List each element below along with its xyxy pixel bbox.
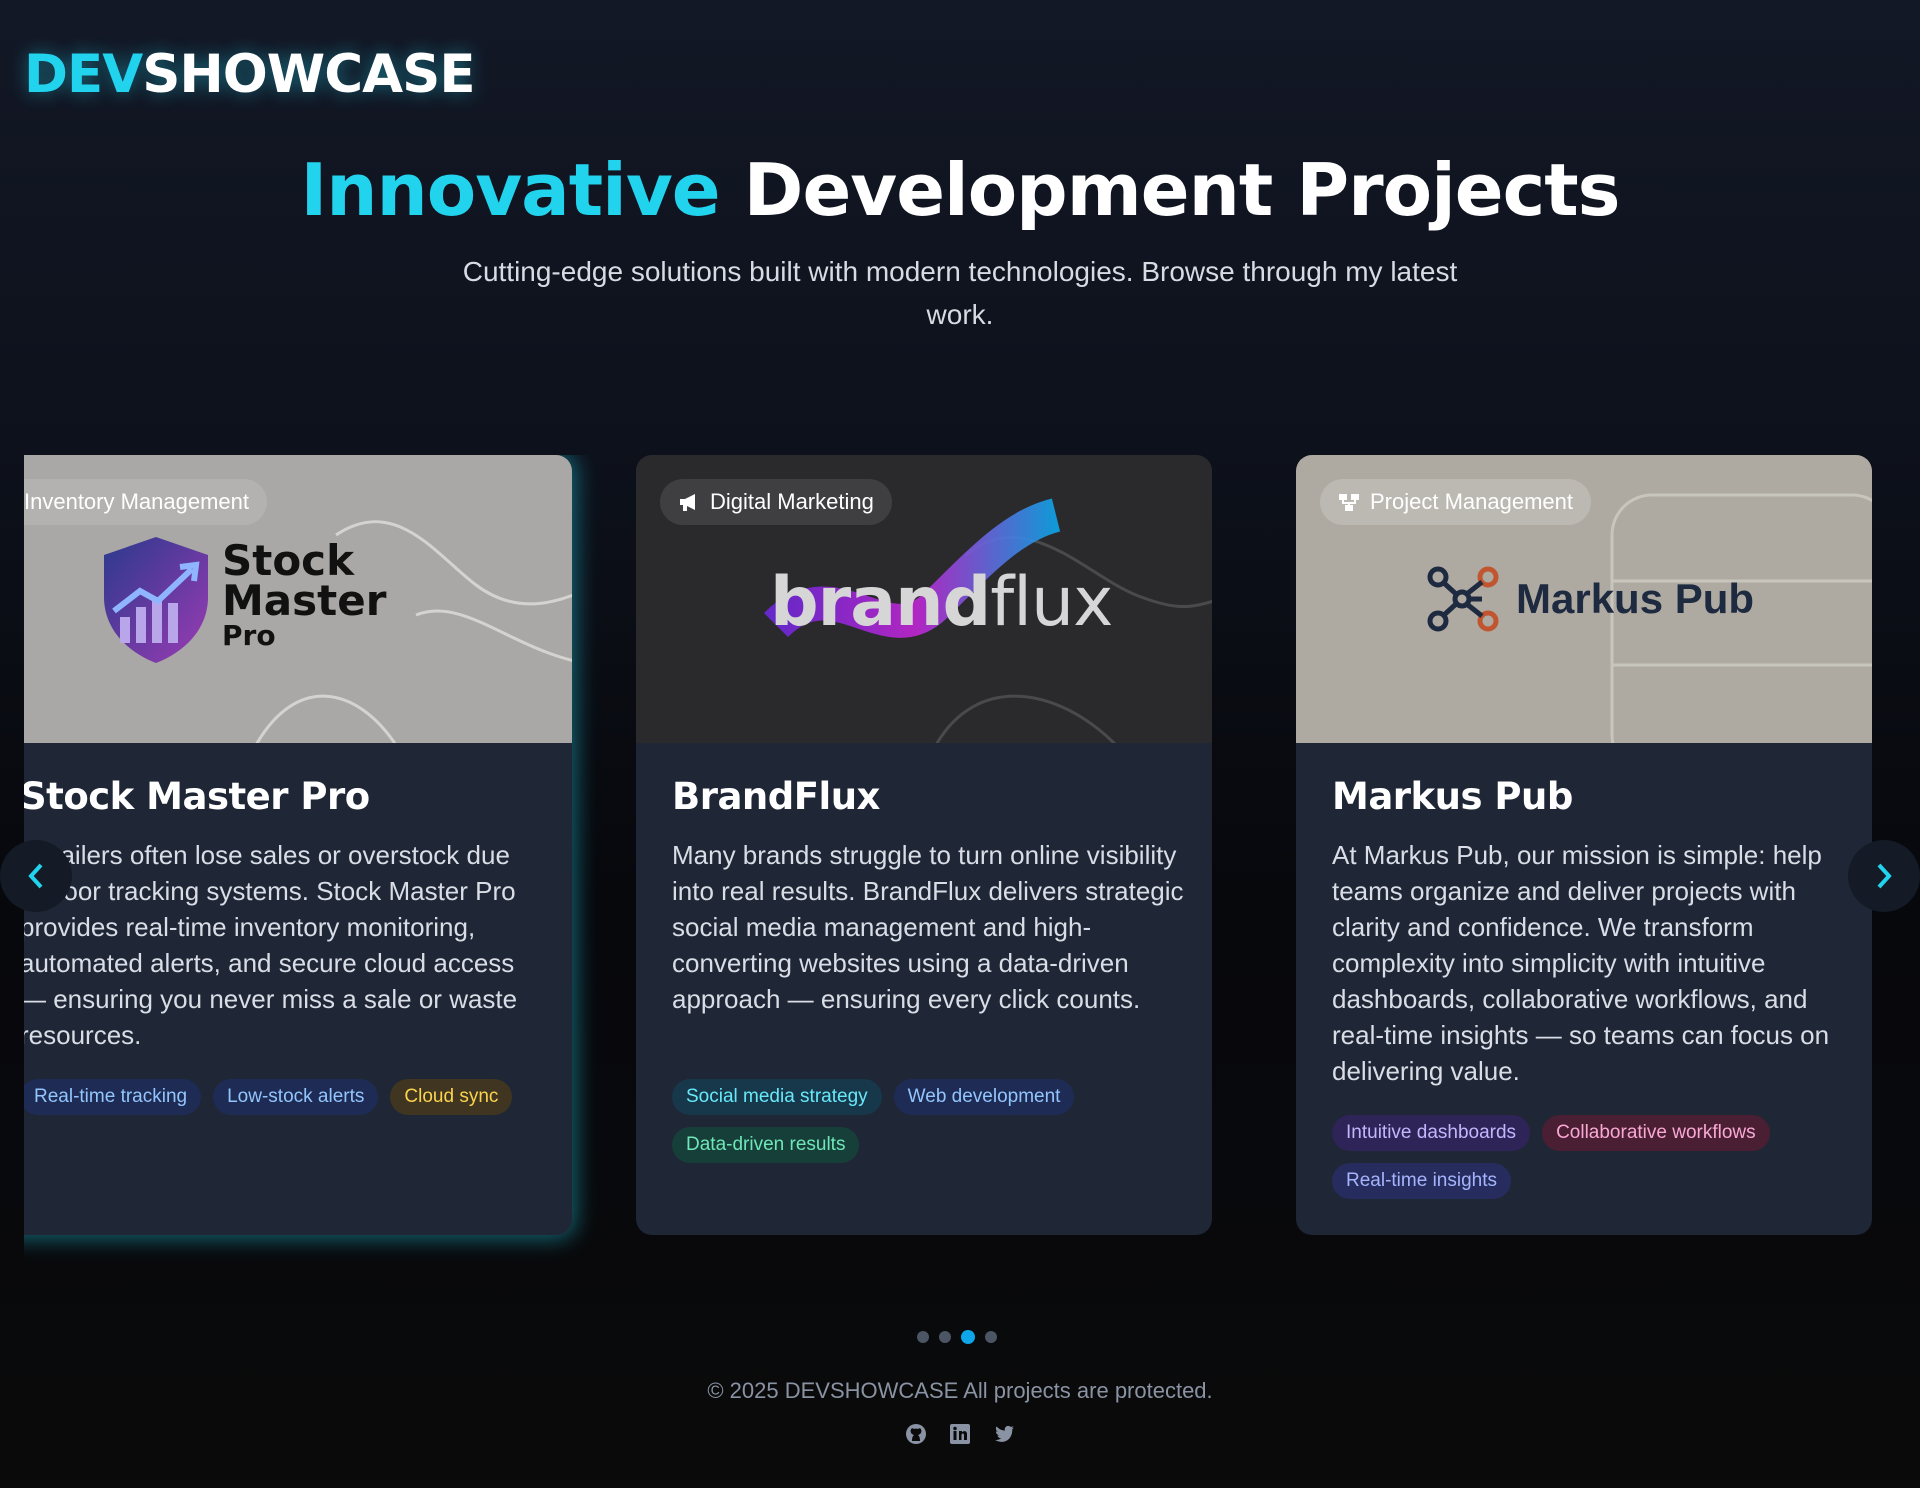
category-badge: Inventory Management [24, 479, 268, 525]
shield-chart-icon [104, 537, 208, 663]
tag: Web development [893, 1079, 1075, 1115]
tag-list: Intuitive dashboards Collaborative workf… [1332, 1115, 1852, 1199]
tag-list: Real-time tracking Low-stock alerts Clou… [24, 1079, 540, 1115]
category-label: Digital Marketing [710, 489, 874, 514]
logo-rest: SHOWCASE [142, 44, 475, 105]
page-subtitle: Cutting-edge solutions built with modern… [462, 256, 1458, 330]
project-title: BrandFlux [672, 775, 880, 818]
site-logo[interactable]: DEVSHOWCASE [24, 44, 476, 105]
brand-wordmark: Stock Master Pro [222, 536, 387, 652]
tag-list: Social media strategy Web development Da… [672, 1079, 1192, 1163]
brand-line-3: Pro [222, 619, 276, 652]
footer-copyright: © 2025 DEVSHOWCASE All projects are prot… [707, 1378, 1213, 1403]
tag: Low-stock alerts [213, 1079, 379, 1115]
brand-line-1: Stock [222, 536, 355, 585]
tag: Social media strategy [672, 1079, 882, 1115]
project-thumbnail: Project Management Markus Pub [1296, 455, 1872, 743]
tag: Cloud sync [390, 1079, 513, 1115]
page-title-accent: Innovative [300, 148, 720, 232]
carousel-dot[interactable] [985, 1331, 997, 1343]
carousel-pagination [917, 1330, 997, 1344]
tag: Real-time insights [1332, 1163, 1511, 1199]
category-badge: Digital Marketing [660, 479, 892, 525]
node-network-icon [1427, 566, 1499, 632]
carousel-dot-active[interactable] [961, 1330, 975, 1344]
project-card-brandflux[interactable]: Digital Marketing brandflux BrandFlux Ma… [636, 455, 1212, 1235]
project-card-markus-pub[interactable]: Project Management Markus Pub Markus Pub… [1296, 455, 1872, 1235]
linkedin-icon[interactable] [948, 1422, 972, 1446]
project-carousel: Inventory Management Stock Master Pro St… [24, 455, 1920, 1275]
category-label: Project Management [1370, 489, 1573, 514]
project-description: Retailers often lose sales or overstock … [24, 840, 518, 1050]
project-card-stock-master-pro[interactable]: Inventory Management Stock Master Pro St… [24, 455, 572, 1235]
brand-wordmark: brandflux [770, 563, 1113, 642]
project-description: Many brands struggle to turn online visi… [672, 840, 1184, 1014]
chevron-right-icon [1877, 863, 1892, 889]
tag: Collaborative workflows [1542, 1115, 1770, 1151]
carousel-next-button[interactable] [1848, 840, 1920, 912]
tag: Real-time tracking [24, 1079, 202, 1115]
megaphone-icon [680, 494, 695, 511]
brand-wordmark: Markus Pub [1516, 575, 1755, 622]
carousel-dot[interactable] [939, 1331, 951, 1343]
category-badge: Project Management [1320, 479, 1591, 525]
project-thumbnail: Digital Marketing brandflux [636, 455, 1212, 743]
sitemap-icon [1339, 494, 1359, 511]
page-title: Innovative Development Projects [0, 148, 1920, 232]
brand-part-a: brand [770, 563, 991, 642]
project-thumbnail: Inventory Management Stock Master Pro [24, 455, 572, 743]
twitter-icon[interactable] [992, 1422, 1016, 1446]
page-title-rest: Development Projects [719, 148, 1621, 232]
carousel-dot[interactable] [917, 1331, 929, 1343]
logo-accent: DEV [24, 44, 143, 105]
tag: Intuitive dashboards [1332, 1115, 1531, 1151]
project-description: At Markus Pub, our mission is simple: he… [1332, 840, 1830, 1086]
social-links [904, 1422, 1016, 1446]
tag: Data-driven results [672, 1127, 860, 1163]
project-title: Markus Pub [1332, 775, 1573, 818]
brand-part-b: flux [990, 563, 1113, 642]
project-title: Stock Master Pro [24, 775, 370, 818]
github-icon[interactable] [904, 1422, 928, 1446]
carousel-prev-button[interactable] [0, 840, 72, 912]
chevron-left-icon [28, 863, 43, 889]
category-label: Inventory Management [24, 489, 250, 514]
brand-line-2: Master [222, 576, 387, 625]
